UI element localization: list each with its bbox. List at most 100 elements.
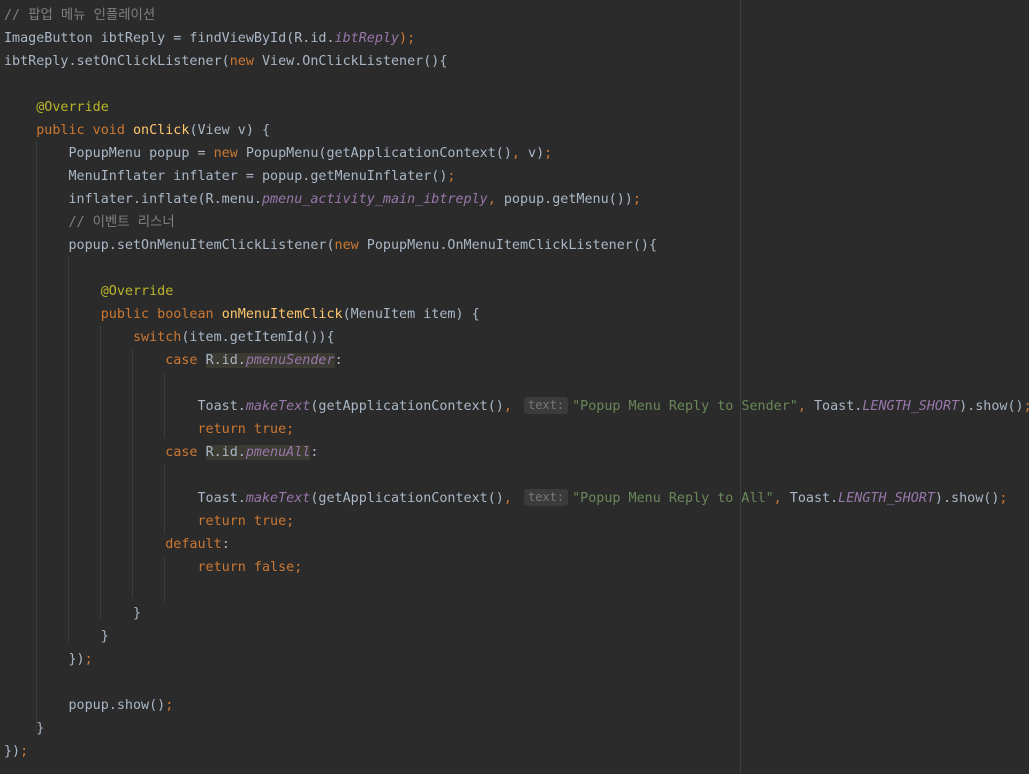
code-token: ,	[487, 192, 496, 207]
code-line[interactable]: ibtReply.setOnClickListener(new View.OnC…	[4, 50, 1029, 73]
code-token: public boolean	[100, 307, 214, 322]
code-line[interactable]: popup.setOnMenuItemClickListener(new Pop…	[4, 234, 1029, 257]
code-token: ;	[1024, 399, 1029, 414]
code-token: :	[310, 445, 319, 460]
code-line[interactable]: case R.id.pmenuAll:	[4, 441, 1029, 464]
code-token: pmenuAll	[245, 445, 311, 460]
code-token: ;	[286, 422, 295, 437]
code-token: :	[334, 353, 343, 368]
code-line[interactable]	[4, 257, 1029, 280]
code-token: LENGTH_SHORT	[862, 399, 960, 414]
code-token: ,	[503, 491, 512, 506]
code-line[interactable]: PopupMenu popup = new PopupMenu(getAppli…	[4, 142, 1029, 165]
code-line[interactable]	[4, 671, 1029, 694]
code-line[interactable]: }	[4, 602, 1029, 625]
code-token: (MenuItem item) {	[342, 307, 480, 322]
code-line[interactable]: }	[4, 717, 1029, 740]
code-token: Toast.	[805, 399, 863, 414]
code-line[interactable]	[4, 73, 1029, 96]
code-line[interactable]: @Override	[4, 280, 1029, 303]
code-token: popup.show()	[4, 698, 166, 713]
code-token: "Popup Menu Reply to Sender"	[572, 399, 798, 414]
code-line[interactable]: Toast.makeText(getApplicationContext(), …	[4, 487, 1029, 510]
code-token: ;	[999, 491, 1008, 506]
code-token: Toast.	[4, 399, 246, 414]
code-line[interactable]: return true;	[4, 418, 1029, 441]
code-line[interactable]: // 이벤트 리스너	[4, 211, 1029, 234]
code-token: ;	[544, 146, 553, 161]
code-token: (View v) {	[189, 123, 271, 138]
code-line[interactable]: return true;	[4, 510, 1029, 533]
code-token: ).show()	[959, 399, 1024, 414]
code-token: return true	[197, 422, 287, 437]
code-token: ;	[447, 169, 456, 184]
code-content[interactable]: // 팝업 메뉴 인플레이션 ImageButton ibtReply = fin…	[4, 4, 1029, 763]
code-line[interactable]: }	[4, 625, 1029, 648]
code-token: @Override	[100, 284, 174, 299]
code-token: }	[4, 721, 45, 736]
code-token: v)	[519, 146, 545, 161]
code-token: makeText	[245, 491, 311, 506]
code-token: ).show()	[934, 491, 1000, 506]
code-line[interactable]: Toast.makeText(getApplicationContext(), …	[4, 395, 1029, 418]
code-token: MenuInflater inflater = popup.getMenuInf…	[4, 169, 448, 184]
code-token: Toast.	[781, 491, 839, 506]
code-line[interactable]: case R.id.pmenuSender:	[4, 349, 1029, 372]
code-token: case	[165, 353, 198, 368]
code-token: "Popup Menu Reply to All"	[572, 491, 774, 506]
code-line[interactable]	[4, 464, 1029, 487]
code-line[interactable]: MenuInflater inflater = popup.getMenuInf…	[4, 165, 1029, 188]
code-token: ;	[294, 560, 303, 575]
code-line[interactable]: });	[4, 648, 1029, 671]
code-token: ,	[511, 146, 520, 161]
code-token: ,	[773, 491, 782, 506]
code-token: })	[4, 652, 85, 667]
code-token: ,	[797, 399, 806, 414]
code-token: ImageButton ibtReply = findViewById(R.id…	[4, 31, 335, 46]
parameter-hint: text:	[523, 489, 569, 506]
code-token: case	[165, 445, 198, 460]
code-line[interactable]: public boolean onMenuItemClick(MenuItem …	[4, 303, 1029, 326]
code-line[interactable]: inflater.inflate(R.menu.pmenu_activity_m…	[4, 188, 1029, 211]
code-line[interactable]	[4, 579, 1029, 602]
code-line[interactable]: @Override	[4, 96, 1029, 119]
code-line[interactable]: public void onClick(View v) {	[4, 119, 1029, 142]
code-line[interactable]: default:	[4, 533, 1029, 556]
code-token: default	[165, 537, 222, 552]
code-token: LENGTH_SHORT	[838, 491, 935, 506]
code-token: View.OnClickListener(){	[253, 54, 448, 69]
code-line[interactable]	[4, 372, 1029, 395]
code-token: (getApplicationContext()	[310, 491, 504, 506]
code-token: ibtReply	[334, 31, 400, 46]
code-line[interactable]: return false;	[4, 556, 1029, 579]
code-token: }	[4, 606, 142, 621]
code-token: ;	[84, 652, 93, 667]
code-token: return true	[197, 514, 287, 529]
code-line[interactable]: });	[4, 740, 1029, 763]
code-line[interactable]: ImageButton ibtReply = findViewById(R.id…	[4, 27, 1029, 50]
code-token: ;	[165, 698, 174, 713]
code-line[interactable]: switch(item.getItemId()){	[4, 326, 1029, 349]
code-token: }	[4, 629, 109, 644]
parameter-hint: text:	[523, 397, 569, 414]
code-token: (item.getItemId()){	[181, 330, 335, 345]
code-token: inflater.inflate(R.menu.	[4, 192, 262, 207]
code-editor[interactable]: // 팝업 메뉴 인플레이션 ImageButton ibtReply = fin…	[0, 0, 1029, 774]
code-line[interactable]: popup.show();	[4, 694, 1029, 717]
code-token: new	[334, 238, 359, 253]
code-token: // 이벤트 리스너	[4, 215, 175, 230]
code-line[interactable]: // 팝업 메뉴 인플레이션	[4, 4, 1029, 27]
